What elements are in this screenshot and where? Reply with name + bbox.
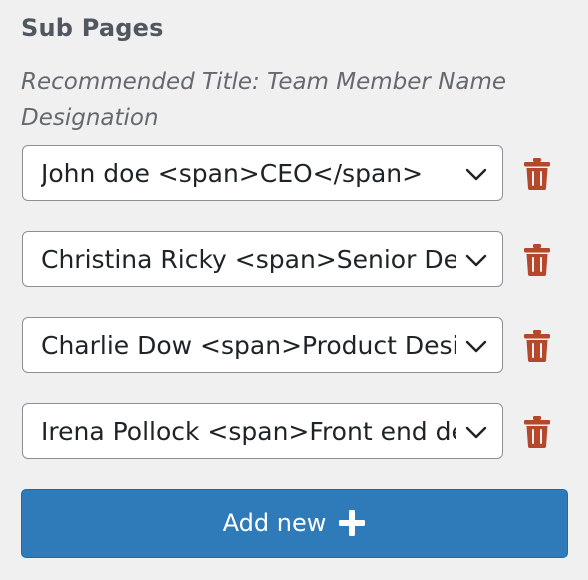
sub-page-row: Irena Pollock <span>Front end developer<… xyxy=(22,403,562,461)
sub-page-select-value: John doe <span>CEO</span> xyxy=(41,159,424,188)
trash-icon[interactable] xyxy=(522,243,552,277)
sub-page-select[interactable]: Charlie Dow <span>Product Designer</span… xyxy=(22,317,503,373)
sub-page-select[interactable]: Irena Pollock <span>Front end developer<… xyxy=(22,403,503,459)
add-new-button-content: Add new xyxy=(22,490,567,556)
sub-pages-panel: Sub Pages Recommended Title: Team Member… xyxy=(0,0,588,580)
sub-page-row: Christina Ricky <span>Senior Designer</s… xyxy=(22,231,562,289)
chevron-down-icon xyxy=(465,426,487,439)
chevron-down-icon xyxy=(465,340,487,353)
trash-icon[interactable] xyxy=(522,329,552,363)
section-title: Sub Pages xyxy=(21,14,164,42)
trash-icon[interactable] xyxy=(522,157,552,191)
sub-page-select[interactable]: John doe <span>CEO</span> xyxy=(22,145,503,201)
sub-page-row: John doe <span>CEO</span> xyxy=(22,145,562,203)
chevron-down-icon xyxy=(465,168,487,181)
trash-icon[interactable] xyxy=(522,415,552,449)
add-new-button[interactable]: Add new xyxy=(21,489,568,558)
sub-page-select-value: Irena Pollock <span>Front end developer<… xyxy=(41,417,456,446)
sub-page-select-value: Charlie Dow <span>Product Designer</span… xyxy=(41,331,456,360)
add-new-label: Add new xyxy=(222,509,327,537)
sub-page-select[interactable]: Christina Ricky <span>Senior Designer</s… xyxy=(22,231,503,287)
recommended-title-hint: Recommended Title: Team Member Name Desi… xyxy=(21,69,507,131)
plus-icon xyxy=(339,510,366,536)
sub-page-row: Charlie Dow <span>Product Designer</span… xyxy=(22,317,562,375)
chevron-down-icon xyxy=(465,254,487,267)
sub-page-select-value: Christina Ricky <span>Senior Designer</s… xyxy=(41,245,456,274)
